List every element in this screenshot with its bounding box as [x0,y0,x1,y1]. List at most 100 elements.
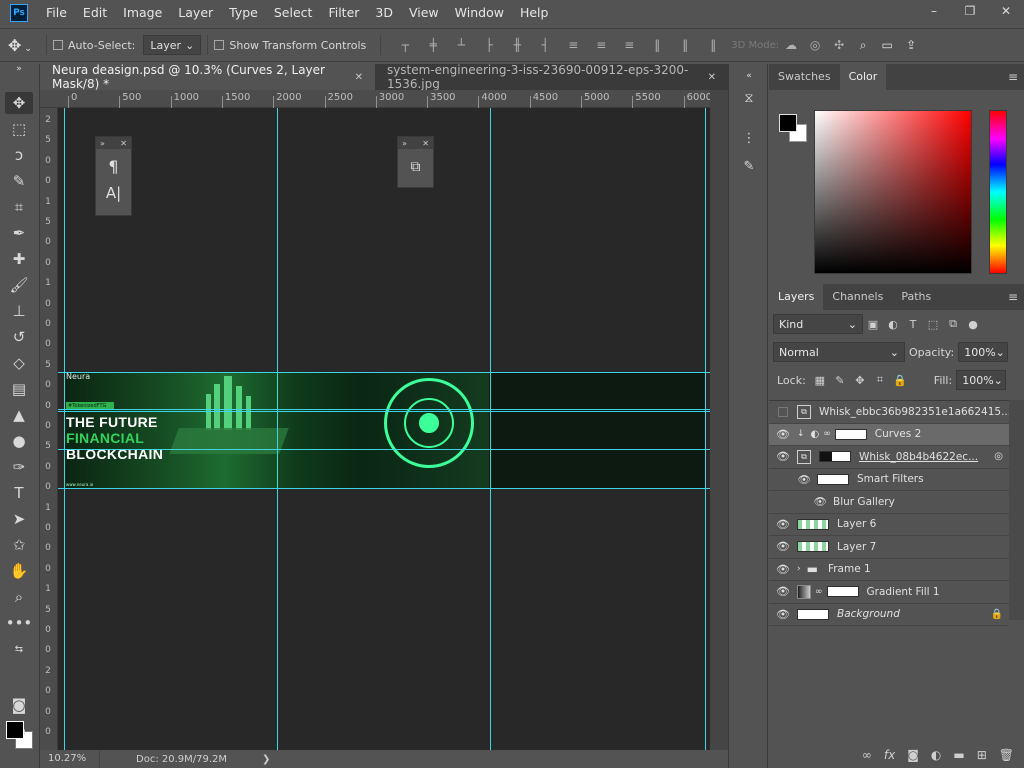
marquee-tool-icon[interactable]: ⬚ [5,118,33,140]
zoom-tool-icon[interactable]: ⌕ [5,586,33,608]
guide-horizontal[interactable] [58,411,710,412]
layer-row[interactable]: 👁 Smart Filters [769,469,1009,491]
close-icon[interactable]: ✕ [120,139,127,148]
guide-horizontal[interactable] [58,409,710,410]
distribute-right-icon[interactable]: ‖ [701,35,725,55]
close-tab-icon[interactable]: ✕ [708,72,716,83]
workspace-icon[interactable]: ▭ [875,35,899,55]
guide-vertical[interactable] [277,108,278,750]
layer-thumbnail[interactable] [797,541,829,553]
align-left-icon[interactable]: ├ [477,35,501,55]
lock-artboard-icon[interactable]: ⌗ [870,373,890,387]
eraser-tool-icon[interactable]: ◇ [5,352,33,374]
layer-mask-thumbnail[interactable] [826,586,859,598]
move-tool-preset-icon[interactable]: ✥ ⌄ [0,36,40,55]
history-icon[interactable]: ⧖ [739,88,759,108]
hand-tool-icon[interactable]: ✋ [5,560,33,582]
layer-thumbnail[interactable] [797,518,829,530]
move-tool-icon[interactable]: ✥ [5,92,33,114]
delete-layer-icon[interactable]: 🗑 [999,748,1014,762]
expand-icon[interactable]: « [739,66,759,86]
shape-tool-icon[interactable]: ✩ [5,534,33,556]
tab-system-engineering[interactable]: system-engineering-3-iss-23690-00912-eps… [375,63,728,91]
opacity-input[interactable]: 100% ⌄ [958,342,1009,362]
layer-row[interactable]: 👁 Background 🔒 [769,604,1009,626]
distribute-top-icon[interactable]: ≡ [561,35,585,55]
layer-thumbnail[interactable] [797,608,829,620]
pen-tool-icon[interactable]: ✑ [5,456,33,478]
menu-type[interactable]: Type [221,0,266,26]
vertical-scrollbar[interactable] [710,90,728,750]
panel-header[interactable]: » ✕ [398,137,433,149]
search-icon[interactable]: ⌕ [851,35,875,55]
tab-swatches[interactable]: Swatches [769,64,840,90]
tab-layers[interactable]: Layers [769,284,824,310]
eye-icon[interactable]: 👁 [769,518,797,531]
menu-3d[interactable]: 3D [367,0,401,26]
adjustment-layer-icon[interactable]: ◐ [931,748,941,762]
panel-menu-icon[interactable]: ≡ [1008,70,1018,84]
crop-tool-icon[interactable]: ⌗ [5,196,33,218]
paragraph-icon[interactable]: ¶ [96,157,131,176]
lasso-tool-icon[interactable]: ↄ [5,144,33,166]
more-tools-icon[interactable]: ••• [5,612,33,634]
canvas[interactable]: Neura #TokenizedFTG THE FUTURE FINANCIAL… [58,108,710,750]
menu-select[interactable]: Select [266,0,321,26]
minimize-button[interactable]: – [916,0,952,22]
eye-icon[interactable]: 👁 [769,563,797,576]
menu-layer[interactable]: Layer [170,0,221,26]
restore-button[interactable]: ❐ [952,0,988,22]
pan-3d-icon[interactable]: ✣ [827,35,851,55]
status-menu-arrow[interactable]: ❯ [262,754,270,765]
pixel-filter-icon[interactable]: ▣ [863,318,883,331]
swap-colors-icon[interactable]: ⇆ [5,638,33,660]
kind-filter-dropdown[interactable]: Kind ⌄ [773,314,863,334]
chevron-right-icon[interactable]: › [797,564,801,574]
distribute-hcenter-icon[interactable]: ‖ [673,35,697,55]
menu-edit[interactable]: Edit [75,0,115,26]
guide-vertical[interactable] [490,108,491,750]
visibility-off-box[interactable] [778,406,788,417]
link-icon[interactable]: ∞ [823,429,831,439]
panel-menu-icon[interactable]: ≡ [1008,290,1018,304]
tab-neura-design[interactable]: Neura deasign.psd @ 10.3% (Curves 2, Lay… [40,63,375,91]
align-bottom-icon[interactable]: ┴ [449,35,473,55]
eyedropper-tool-icon[interactable]: ✒ [5,222,33,244]
eye-icon[interactable]: 👁 [769,540,797,553]
3d-cube-icon[interactable]: ⧉ [398,159,433,175]
tab-color[interactable]: Color [839,64,887,90]
orbit-3d-icon[interactable]: ☁ [779,35,803,55]
menu-filter[interactable]: Filter [320,0,367,26]
expand-icon[interactable]: » [100,139,105,148]
menu-image[interactable]: Image [115,0,170,26]
close-tab-icon[interactable]: ✕ [355,72,363,83]
smart-object-filter-icon[interactable]: ⧉ [943,317,963,331]
link-icon[interactable]: ∞ [815,587,823,597]
distribute-vcenter-icon[interactable]: ≡ [589,35,613,55]
layer-row[interactable]: 👁 Blur Gallery [769,491,1009,514]
menu-help[interactable]: Help [512,0,557,26]
collapse-icon[interactable]: » [5,64,33,74]
brush-settings-icon[interactable]: ✎ [739,156,759,176]
panel-header[interactable]: » ✕ [96,137,131,149]
character-icon[interactable]: A| [96,184,131,202]
lock-all-icon[interactable]: 🔒 [890,374,910,387]
layer-row[interactable]: ⧉ Whisk_ebbc36b982351e1a662415... [769,401,1009,424]
tab-paths[interactable]: Paths [892,284,940,310]
menu-file[interactable]: File [38,0,75,26]
dodge-tool-icon[interactable]: ● [5,430,33,452]
menu-window[interactable]: Window [447,0,512,26]
smart-filter-mask-thumbnail[interactable] [817,473,849,485]
layer-thumbnail[interactable] [819,451,851,463]
eye-icon[interactable]: 👁 [769,608,797,621]
guide-horizontal[interactable] [58,488,710,489]
layer-mask-thumbnail[interactable] [834,428,867,440]
layer-row[interactable]: 👁 ↓ ◐ ∞ Curves 2 [769,423,1009,446]
brush-tool-icon[interactable]: 🖌 [5,274,33,296]
gradient-thumbnail[interactable] [797,584,811,599]
stamp-tool-icon[interactable]: ⊥ [5,300,33,322]
quick-mask-icon[interactable]: ◙ [5,694,33,716]
color-panel-foreground[interactable] [779,114,797,132]
adjustment-filter-icon[interactable]: ◐ [883,318,903,331]
layer-row[interactable]: 👁 ∞ Gradient Fill 1 [769,581,1009,604]
